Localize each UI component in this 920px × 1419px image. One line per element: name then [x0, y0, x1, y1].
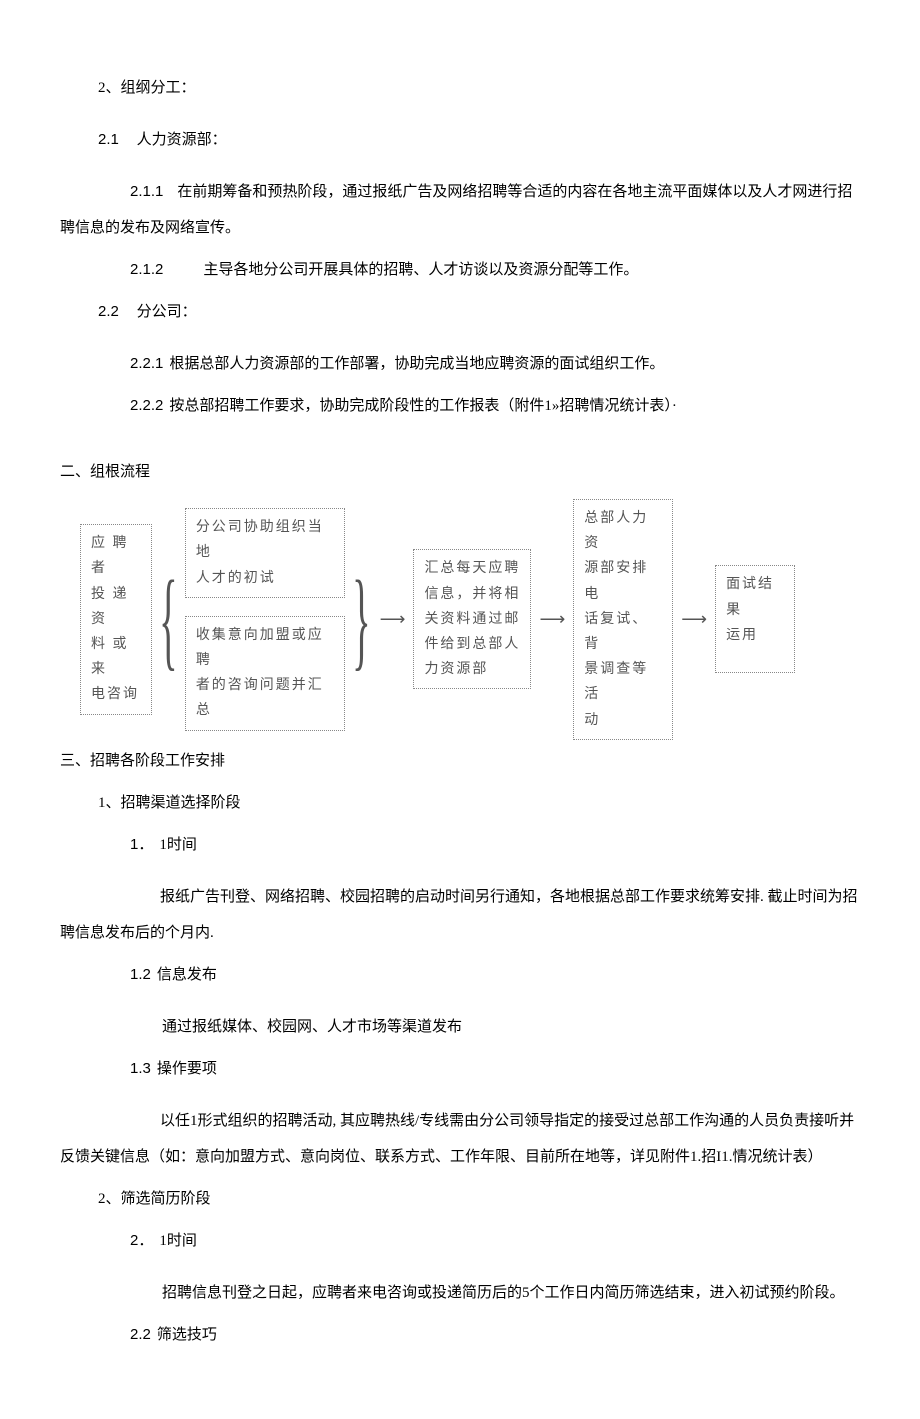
section-3-2-2-title: 2.2 筛选技巧 [60, 1317, 860, 1353]
section-2-1-title: 2.1 人力资源部： [60, 122, 860, 158]
section-3-2-title: 2、筛选简历阶段 [60, 1181, 860, 1217]
para-2-2-1: 2.2.1 根据总部人力资源部的工作部署，协助完成当地应聘资源的面试组织工作。 [60, 346, 860, 382]
txt-2-1: 人力资源部： [137, 132, 227, 148]
num-2-2-1: 2.2.1 [130, 355, 163, 372]
section-2-2-title: 2.2 分公司： [60, 294, 860, 330]
num-2-2: 2.2 [98, 303, 119, 320]
para-3-1-1-body: 报纸广告刊登、网络招聘、校园招聘的启动时间另行通知，各地根据总部工作要求统筹安排… [60, 879, 860, 951]
flowchart: 应 聘 者投 递 资料 或 来电咨询 { 分公司协助组织当地人才的初试 收集意向… [60, 496, 860, 743]
section-3-1-3-title: 1.3 操作要项 [60, 1051, 860, 1087]
txt-3-2-2: 筛选技巧 [157, 1327, 217, 1343]
flow-box-5: 面试结果运用 [715, 565, 795, 673]
txt-2-2-1: 根据总部人力资源部的工作部署，协助完成当地应聘资源的面试组织工作。 [169, 356, 664, 372]
num-3-2-2: 2.2 [130, 1326, 151, 1343]
num-2-1-2: 2.1.2 [130, 261, 163, 278]
num-3-2-1: 2． [130, 1232, 153, 1249]
brace-close: } [351, 570, 372, 669]
flow-box-1: 应 聘 者投 递 资料 或 来电咨询 [80, 524, 152, 714]
txt-3-1-1-body: 报纸广告刊登、网络招聘、校园招聘的启动时间另行通知，各地根据总部工作要求统筹安排… [60, 889, 858, 941]
para-3-1-3-body: 以任1形式组织的招聘活动, 其应聘热线/专线需由分公司领导指定的接受过总部工作沟… [60, 1103, 860, 1175]
section-3-1-2-title: 1.2 信息发布 [60, 957, 860, 993]
section-flow-heading: 二、组根流程 [60, 454, 860, 490]
num-3-1-1: 1． [130, 836, 153, 853]
flow-box-2a: 分公司协助组织当地人才的初试 [185, 508, 345, 598]
flow-col-2: 分公司协助组织当地人才的初试 收集意向加盟或应聘者的咨询问题并汇总 [185, 508, 345, 730]
flow-box-2b: 收集意向加盟或应聘者的咨询问题并汇总 [185, 616, 345, 731]
num-3-1-2: 1.2 [130, 966, 151, 983]
section-3-heading: 三、招聘各阶段工作安排 [60, 743, 860, 779]
para-2-1-2: 2.1.2 主导各地分公司开展具体的招聘、人才访谈以及资源分配等工作。 [60, 252, 860, 288]
section-3-1-title: 1、招聘渠道选择阶段 [60, 785, 860, 821]
para-3-1-2-body: 通过报纸媒体、校园网、人才市场等渠道发布 [60, 1009, 860, 1045]
txt-2-2-2: 按总部招聘工作要求，协助完成阶段性的工作报表（附件1»招聘情况统计表）· [169, 398, 677, 414]
brace-open: { [158, 570, 179, 669]
txt-2-1-2: 主导各地分公司开展具体的招聘、人才访谈以及资源分配等工作。 [203, 262, 638, 278]
txt-3-1-1: 1时间 [159, 837, 197, 853]
section-2-title: 2、组纲分工： [60, 70, 860, 106]
txt-3-1-3-body: 以任1形式组织的招聘活动, 其应聘热线/专线需由分公司领导指定的接受过总部工作沟… [60, 1113, 854, 1165]
txt-2-2: 分公司： [137, 304, 197, 320]
num-3-1-3: 1.3 [130, 1060, 151, 1077]
section-3-2-1-title: 2． 1时间 [60, 1223, 860, 1259]
para-3-2-1-body: 招聘信息刊登之日起，应聘者来电咨询或投递简历后的5个工作日内简历筛选结束，进入初… [60, 1275, 860, 1311]
para-2-1-1: 2.1.1在前期筹备和预热阶段，通过报纸广告及网络招聘等合适的内容在各地主流平面… [60, 174, 860, 246]
flow-box-4: 总部人力资源部安排电话复试、背景调查等活动 [573, 499, 673, 740]
txt-3-2-1: 1时间 [159, 1233, 197, 1249]
flow-box-3: 汇总每天应聘信息，并将相关资料通过邮件给到总部人力资源部 [413, 549, 531, 689]
arrow-icon: ⟶ [537, 598, 567, 641]
txt-3-1-2: 信息发布 [157, 967, 217, 983]
para-2-2-2: 2.2.2 按总部招聘工作要求，协助完成阶段性的工作报表（附件1»招聘情况统计表）… [60, 388, 860, 424]
txt-2-1-1: 在前期筹备和预热阶段，通过报纸广告及网络招聘等合适的内容在各地主流平面媒体以及人… [60, 184, 852, 236]
txt-3-1-3: 操作要项 [157, 1061, 217, 1077]
arrow-icon: ⟶ [679, 598, 709, 641]
num-2-1-1: 2.1.1 [60, 174, 163, 210]
arrow-icon: ⟶ [378, 598, 408, 641]
section-3-1-1-title: 1． 1时间 [60, 827, 860, 863]
num-2-1: 2.1 [98, 131, 119, 148]
num-2-2-2: 2.2.2 [130, 397, 163, 414]
